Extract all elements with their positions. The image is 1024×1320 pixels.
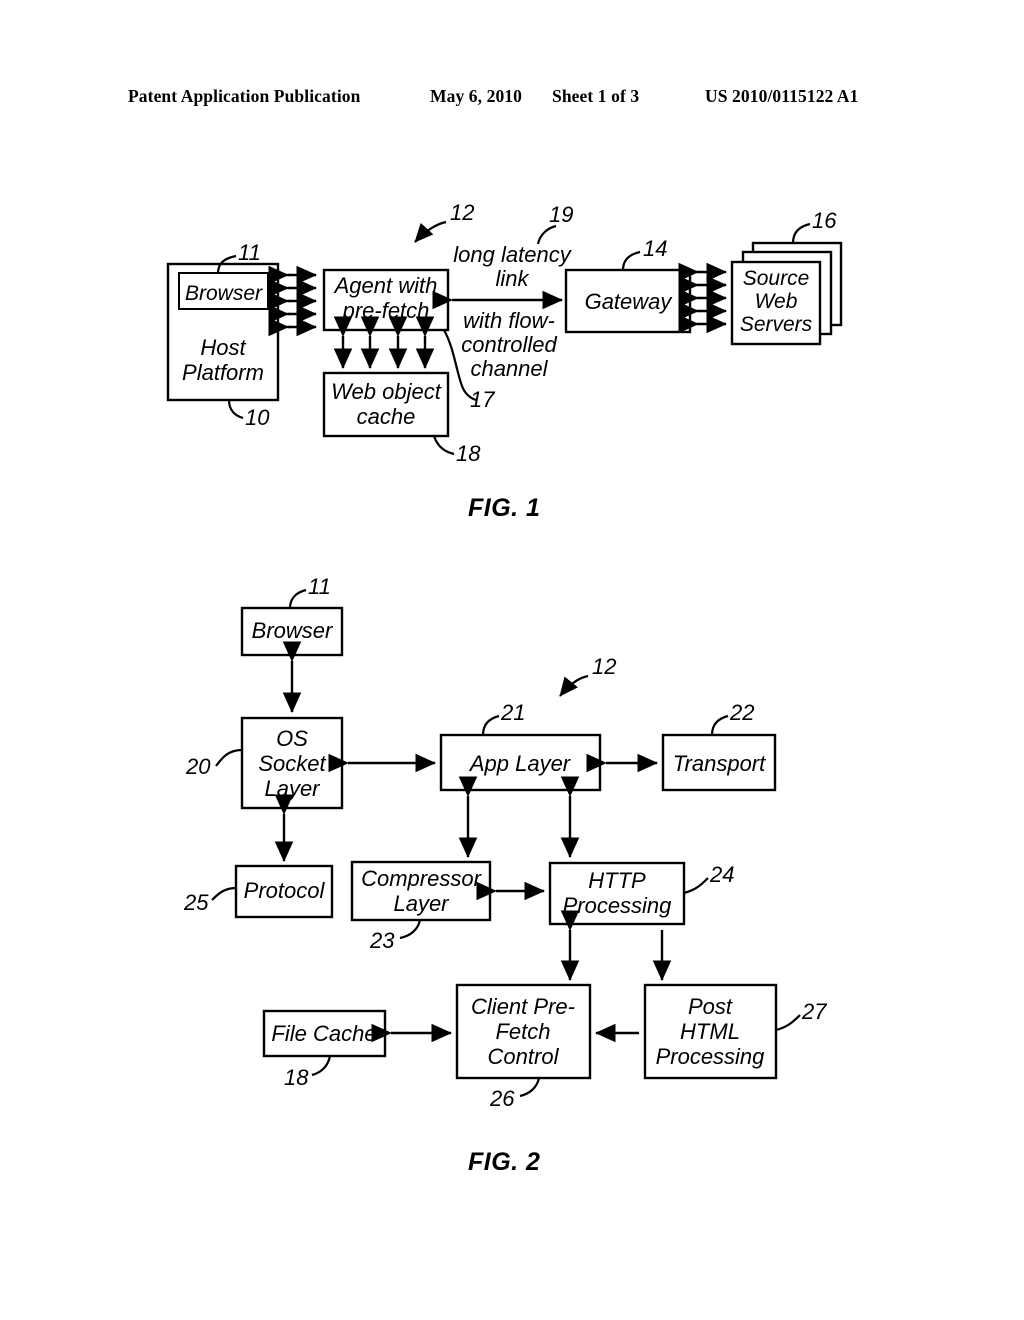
publication-label: Patent Application Publication	[128, 86, 361, 106]
fig2-ref-22-leader	[710, 714, 729, 736]
fig2-browser-label: Browser	[252, 618, 334, 643]
fig1-link-label-line4: controlled	[461, 332, 557, 357]
fig1-ref-18: 18	[456, 441, 481, 466]
fig2-ref-24: 24	[709, 862, 734, 887]
page-header: Patent Application Publication May 6, 20…	[0, 86, 1024, 112]
fig2-ref-22: 22	[729, 700, 754, 725]
fig1-link-label-line5: channel	[470, 356, 548, 381]
fig2-ref-20: 20	[185, 754, 211, 779]
fig1-ref-19: 19	[549, 202, 573, 227]
fig2-ref-27: 27	[801, 999, 827, 1024]
fig2-ref-21-leader	[481, 714, 500, 736]
figure-1: Host Platform Browser 11 10 Agent with p…	[166, 200, 843, 466]
fig2-ref-20-leader	[215, 748, 243, 767]
fig1-agent-cache-links	[333, 316, 435, 369]
fig2-ref-23: 23	[369, 928, 395, 953]
fig2-post-label-line1: Post	[688, 994, 733, 1019]
figure-1-caption: FIG. 1	[468, 494, 541, 522]
fig2-os-label-line3: Layer	[264, 776, 321, 801]
figure-2-caption: FIG. 2	[468, 1148, 541, 1176]
fig1-browser-agent-links	[268, 265, 317, 337]
fig2-ref-12-leader	[559, 674, 589, 697]
fig1-agent-label-line1: Agent with	[333, 273, 438, 298]
fig2-file-cache-label: File Cache	[271, 1021, 376, 1046]
fig1-source-servers-label-line3: Servers	[740, 313, 813, 336]
fig2-transport-label: Transport	[673, 751, 766, 776]
fig2-ref-21: 21	[500, 700, 525, 725]
fig1-gateway-label: Gateway	[585, 289, 674, 314]
fig1-ref-14-leader	[621, 250, 641, 271]
fig2-post-label-line2: HTML	[680, 1019, 740, 1044]
fig1-ref-16: 16	[812, 208, 837, 233]
fig2-compressor-label-line1: Compressor	[361, 866, 482, 891]
fig1-ref-12: 12	[450, 200, 474, 225]
fig2-prefetch-label-line1: Client Pre-	[471, 994, 575, 1019]
sheet-number: Sheet 1 of 3	[552, 86, 640, 106]
fig1-host-platform-label-line2: Platform	[182, 360, 264, 385]
fig1-cache-label-line1: Web object	[331, 379, 442, 404]
fig1-link-label-line1: long latency	[453, 242, 572, 267]
fig1-gateway-servers-links	[678, 262, 727, 334]
fig2-prefetch-label-line3: Control	[488, 1044, 560, 1069]
fig2-app-layer-label: App Layer	[468, 751, 572, 776]
fig1-ref-14: 14	[643, 236, 667, 261]
figure-2: Browser 11 OS Socket Layer 20 Protocol 2…	[183, 574, 827, 1111]
fig1-link-label-line3: with flow-	[463, 308, 555, 333]
fig2-prefetch-label-line2: Fetch	[495, 1019, 550, 1044]
fig1-browser-label: Browser	[185, 282, 263, 305]
fig2-ref-18-leader	[311, 1055, 332, 1077]
fig1-host-platform-label-line1: Host	[200, 335, 246, 360]
fig1-ref-17: 17	[470, 387, 495, 412]
fig2-ref-27-leader	[775, 1014, 801, 1032]
fig1-ref-11: 11	[238, 240, 261, 265]
fig2-post-label-line3: Processing	[656, 1044, 766, 1069]
fig1-source-servers-label-line1: Source	[743, 267, 810, 290]
fig1-source-servers-label-line2: Web	[755, 290, 798, 313]
fig2-ref-11: 11	[308, 574, 331, 599]
fig2-ref-25-leader	[211, 886, 237, 901]
fig1-ref-16-leader	[791, 222, 811, 244]
fig2-os-label-line1: OS	[276, 726, 308, 751]
fig1-agent-label-line2: pre-fetch	[342, 298, 430, 323]
fig2-ref-23-leader	[399, 919, 422, 940]
fig1-ref-10: 10	[245, 405, 270, 430]
fig1-ref-18-leader	[432, 435, 455, 456]
fig2-http-label-line2: Processing	[563, 893, 673, 918]
fig1-cache-label-line2: cache	[357, 404, 416, 429]
fig2-ref-12: 12	[592, 654, 616, 679]
fig2-http-label-line1: HTTP	[588, 868, 646, 893]
patent-number: US 2010/0115122 A1	[705, 86, 859, 106]
fig1-ref-10-leader	[227, 399, 244, 420]
fig2-os-label-line2: Socket	[258, 751, 326, 776]
fig1-ref-12-leader	[414, 220, 447, 243]
fig2-ref-11-leader	[288, 588, 307, 609]
fig2-ref-18: 18	[284, 1065, 309, 1090]
fig2-ref-25: 25	[183, 890, 209, 915]
fig2-ref-26-leader	[519, 1077, 541, 1098]
fig1-link-label-line2: link	[495, 266, 529, 291]
fig2-compressor-label-line2: Layer	[393, 891, 450, 916]
publication-date: May 6, 2010	[430, 86, 522, 106]
fig2-ref-24-leader	[683, 877, 709, 895]
fig2-ref-26: 26	[489, 1086, 515, 1111]
fig2-protocol-label: Protocol	[244, 878, 326, 903]
